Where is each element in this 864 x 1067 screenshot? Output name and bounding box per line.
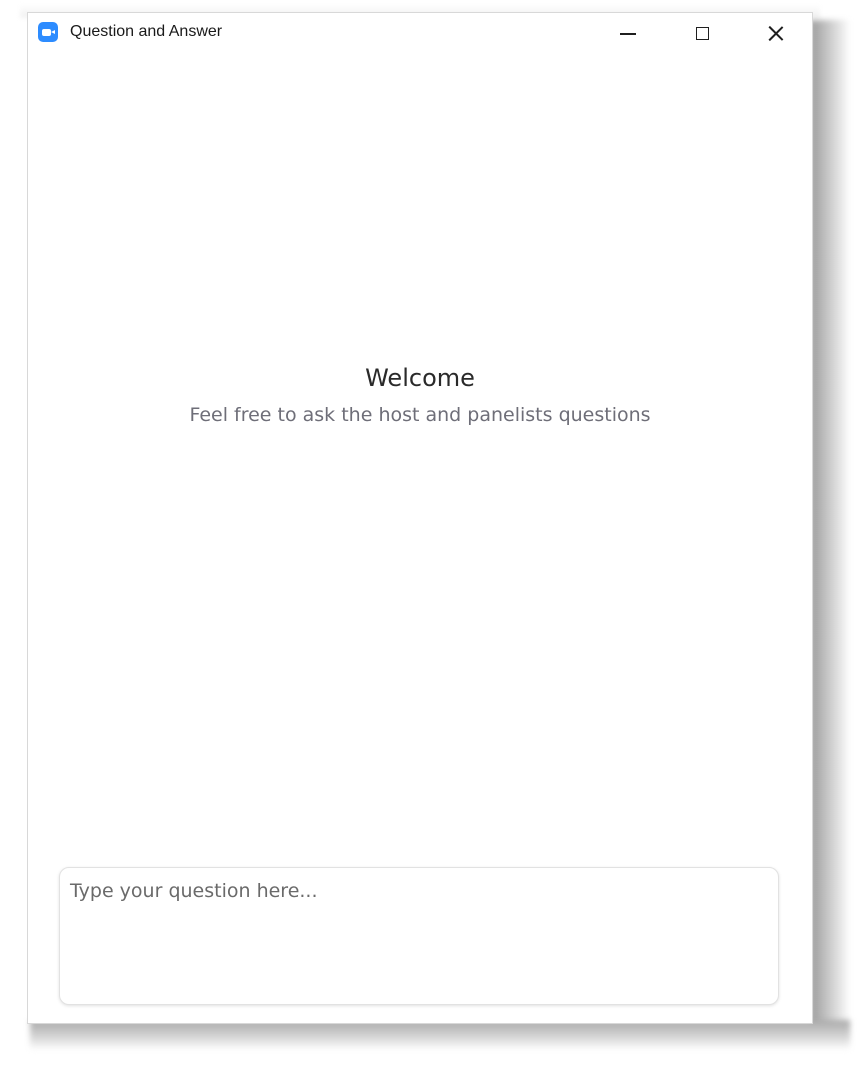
welcome-title: Welcome xyxy=(365,364,475,392)
welcome-message: Welcome Feel free to ask the host and pa… xyxy=(28,363,812,427)
maximize-icon xyxy=(695,26,709,40)
question-input[interactable] xyxy=(60,868,778,1004)
close-button[interactable] xyxy=(744,13,808,53)
minimize-button[interactable] xyxy=(596,13,660,53)
maximize-button[interactable] xyxy=(670,13,734,53)
close-icon xyxy=(767,24,785,42)
title-bar[interactable]: Question and Answer xyxy=(28,13,812,53)
minimize-icon xyxy=(620,33,636,35)
welcome-subtitle: Feel free to ask the host and panelists … xyxy=(189,404,651,426)
qa-window: Question and Answer Welcome Feel free to… xyxy=(27,12,813,1024)
question-input-box[interactable] xyxy=(59,867,779,1005)
window-shadow-right xyxy=(810,20,850,1040)
zoom-app-icon xyxy=(38,22,58,42)
window-shadow-bottom xyxy=(30,1020,850,1050)
window-title: Question and Answer xyxy=(70,23,223,40)
